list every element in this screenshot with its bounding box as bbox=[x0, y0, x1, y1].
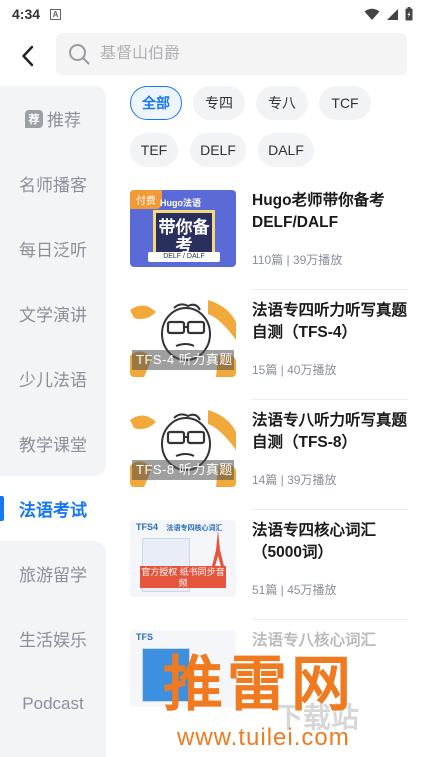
notification-icon: A bbox=[50, 8, 62, 20]
course-title: 法语专八核心词汇 bbox=[252, 632, 377, 649]
course-meta: 110篇 | 39万播放 bbox=[252, 253, 343, 267]
cover-strip: DELF / DALF bbox=[148, 252, 220, 262]
sidebar-item-travel-study[interactable]: 旅游留学 bbox=[0, 541, 106, 606]
status-time: 4:34 bbox=[12, 6, 41, 22]
sidebar-item-label: 推荐 bbox=[47, 111, 81, 130]
cover-banner: 官方授权 纸书同步音频 bbox=[140, 566, 226, 588]
sidebar-item-daily-listening[interactable]: 每日泛听 bbox=[0, 216, 106, 281]
chip-tcf[interactable]: TCF bbox=[319, 86, 371, 120]
list-item[interactable]: 付费 Hugo法语 带你备考 DELF / DALF Hugo老师带你备考DEL… bbox=[128, 180, 410, 290]
sidebar-item-label: 每日泛听 bbox=[19, 241, 87, 260]
sidebar-fill bbox=[0, 736, 106, 757]
sidebar-item-literature-speech[interactable]: 文学演讲 bbox=[0, 281, 106, 346]
chip-tfs4[interactable]: 专四 bbox=[193, 86, 245, 120]
wifi-icon bbox=[364, 8, 380, 20]
signal-icon bbox=[387, 8, 398, 20]
eiffel-tower-icon bbox=[211, 530, 225, 570]
sidebar-item-life-entertainment[interactable]: 生活娱乐 bbox=[0, 606, 106, 671]
course-cover: TFS bbox=[130, 630, 236, 707]
sidebar-item-label: 旅游留学 bbox=[19, 566, 87, 585]
cover-top-code: TFS bbox=[136, 632, 153, 642]
top-bar bbox=[0, 28, 425, 84]
paid-badge: 付费 bbox=[130, 190, 162, 209]
list-item[interactable]: TFS4 法语专四核心词汇 官方授权 纸书同步音频 法语专四核心词汇（5000词… bbox=[128, 510, 410, 620]
battery-icon bbox=[405, 7, 413, 21]
cover-top-code: TFS4 bbox=[136, 522, 159, 532]
sidebar-item-podcast[interactable]: Podcast bbox=[0, 671, 106, 736]
cover-label: TFS-8 听力真题 bbox=[132, 460, 234, 480]
course-cover: TFS4 法语专四核心词汇 官方授权 纸书同步音频 bbox=[130, 520, 236, 597]
course-title: 法语专四听力听写真题自测（TFS-4） bbox=[252, 302, 408, 341]
sidebar-item-label: 教学课堂 bbox=[19, 436, 87, 455]
status-bar: 4:34 A bbox=[0, 0, 425, 28]
sidebar-item-label: 文学演讲 bbox=[19, 306, 87, 325]
cover-brand: Hugo法语 bbox=[160, 198, 201, 208]
sidebar-item-recommend[interactable]: 荐 推荐 bbox=[0, 86, 106, 151]
list-item[interactable]: TFS 法语专八核心词汇 bbox=[128, 620, 410, 730]
sidebar-item-label: Podcast bbox=[22, 693, 84, 713]
chip-delf[interactable]: DELF bbox=[190, 133, 246, 167]
chip-tfs8[interactable]: 专八 bbox=[256, 86, 308, 120]
cover-board-text: 带你备考 bbox=[158, 218, 210, 255]
chip-tef[interactable]: TEF bbox=[130, 133, 178, 167]
active-indicator bbox=[0, 496, 4, 521]
sidebar-item-teacher-podcast[interactable]: 名师播客 bbox=[0, 151, 106, 216]
course-title: 法语专四核心词汇（5000词） bbox=[252, 522, 377, 561]
course-cover: TFS-4 听力真题 bbox=[130, 300, 236, 377]
sidebar-item-french-exam[interactable]: 法语考试 bbox=[0, 476, 106, 541]
search-bar[interactable] bbox=[56, 33, 407, 75]
sidebar-item-label: 名师播客 bbox=[19, 176, 87, 195]
list-item[interactable]: TFS-4 听力真题 法语专四听力听写真题自测（TFS-4） 15篇 | 40万… bbox=[128, 290, 410, 400]
back-button[interactable] bbox=[0, 28, 56, 84]
back-arrow-icon bbox=[22, 45, 34, 67]
status-icons bbox=[364, 7, 413, 21]
category-sidebar: 荐 推荐 名师播客 每日泛听 文学演讲 少儿法语 教学课堂 法语考试 旅游留学 … bbox=[0, 86, 106, 757]
sidebar-item-label: 法语考试 bbox=[19, 501, 87, 520]
course-title: Hugo老师带你备考DELF/DALF bbox=[252, 192, 385, 231]
sidebar-item-teaching-class[interactable]: 教学课堂 bbox=[0, 411, 106, 476]
recommend-tag-icon: 荐 bbox=[25, 109, 43, 128]
sidebar-item-label: 少儿法语 bbox=[19, 371, 87, 390]
course-meta: 15篇 | 40万播放 bbox=[252, 363, 337, 377]
course-meta: 51篇 | 45万播放 bbox=[252, 583, 337, 597]
book-image bbox=[142, 648, 190, 702]
chip-dalf[interactable]: DALF bbox=[258, 133, 314, 167]
course-meta: 14篇 | 39万播放 bbox=[252, 473, 337, 487]
course-title: 法语专八听力听写真题自测（TFS-8） bbox=[252, 412, 408, 451]
cover-board: 带你备考 bbox=[153, 210, 215, 258]
course-cover: 付费 Hugo法语 带你备考 DELF / DALF bbox=[130, 190, 236, 267]
search-input[interactable] bbox=[100, 45, 380, 63]
sidebar-item-label: 生活娱乐 bbox=[19, 631, 87, 650]
search-icon bbox=[69, 44, 90, 65]
course-cover: TFS-8 听力真题 bbox=[130, 410, 236, 487]
chip-all[interactable]: 全部 bbox=[130, 86, 182, 120]
list-item[interactable]: TFS-8 听力真题 法语专八听力听写真题自测（TFS-8） 14篇 | 39万… bbox=[128, 400, 410, 510]
sidebar-item-kids-french[interactable]: 少儿法语 bbox=[0, 346, 106, 411]
cover-label: TFS-4 听力真题 bbox=[132, 350, 234, 370]
